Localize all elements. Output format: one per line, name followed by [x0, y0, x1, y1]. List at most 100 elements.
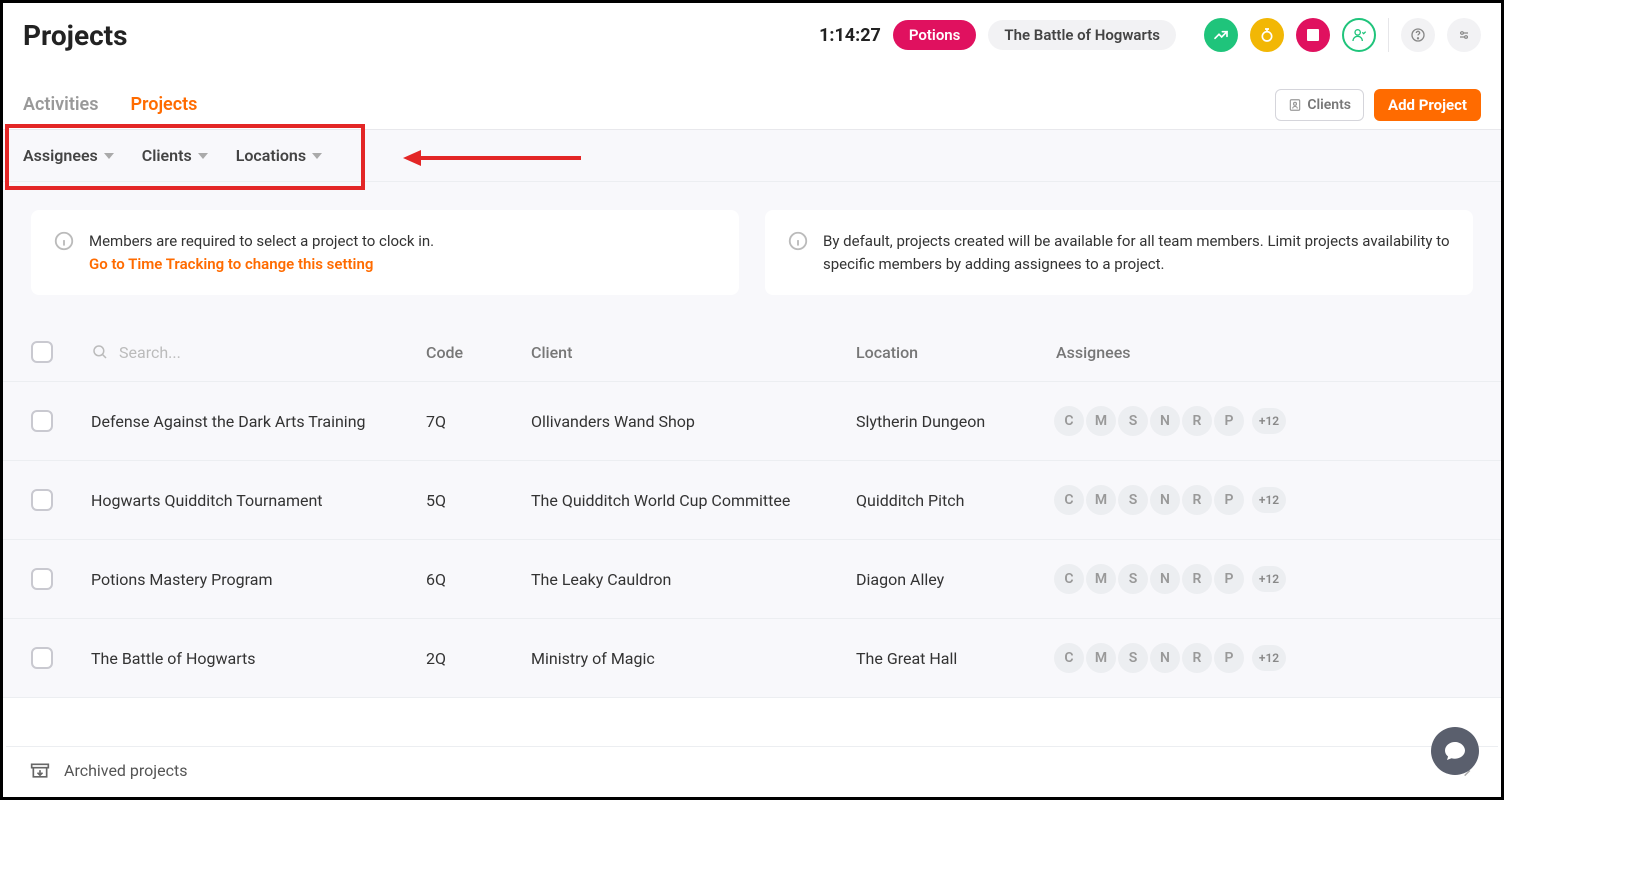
- avatar[interactable]: R: [1182, 643, 1212, 673]
- cell-project-name: The Battle of Hogwarts: [91, 649, 426, 668]
- cell-assignees: CMSNRP +12: [1056, 485, 1473, 515]
- archive-icon: [30, 761, 50, 781]
- table-row[interactable]: Potions Mastery Program 6Q The Leaky Cau…: [3, 540, 1501, 619]
- avatar[interactable]: C: [1054, 643, 1084, 673]
- chevron-down-icon: [312, 153, 322, 159]
- chat-widget-button[interactable]: [1431, 727, 1479, 775]
- filter-assignees[interactable]: Assignees: [23, 146, 114, 165]
- info-cards-row: Members are required to select a project…: [3, 181, 1501, 323]
- play-button[interactable]: [1204, 18, 1238, 52]
- footer-bar: Archived projects: [6, 746, 1498, 794]
- clients-icon: [1288, 98, 1302, 112]
- search-input[interactable]: [119, 343, 319, 362]
- avatar[interactable]: R: [1182, 564, 1212, 594]
- add-project-button[interactable]: Add Project: [1374, 89, 1481, 121]
- pill-active-task[interactable]: Potions: [893, 20, 977, 50]
- info-icon: [787, 230, 809, 252]
- row-checkbox[interactable]: [31, 647, 53, 669]
- chat-icon: [1443, 739, 1467, 763]
- cell-assignees: CMSNRP +12: [1056, 406, 1473, 436]
- avatar[interactable]: S: [1118, 485, 1148, 515]
- avatar[interactable]: M: [1086, 406, 1116, 436]
- avatar[interactable]: C: [1054, 406, 1084, 436]
- clients-button-label: Clients: [1307, 97, 1351, 113]
- tab-projects[interactable]: Projects: [130, 82, 197, 127]
- page-title: Projects: [23, 19, 128, 52]
- cell-assignees: CMSNRP +12: [1056, 564, 1473, 594]
- cell-project-name: Defense Against the Dark Arts Training: [91, 412, 426, 431]
- clients-button[interactable]: Clients: [1275, 89, 1364, 121]
- cell-location: Slytherin Dungeon: [856, 412, 1056, 431]
- avatar[interactable]: M: [1086, 485, 1116, 515]
- info-card-link[interactable]: Go to Time Tracking to change this setti…: [89, 253, 434, 276]
- cell-client: Ollivanders Wand Shop: [531, 412, 856, 431]
- info-card-text: By default, projects created will be ava…: [823, 230, 1451, 275]
- filter-clients-label: Clients: [142, 146, 192, 165]
- avatar-more-count[interactable]: +12: [1252, 408, 1286, 434]
- avatar[interactable]: S: [1118, 643, 1148, 673]
- avatar-more-count[interactable]: +12: [1252, 566, 1286, 592]
- cell-project-name: Hogwarts Quidditch Tournament: [91, 491, 426, 510]
- projects-table: Code Client Location Assignees Defense A…: [3, 323, 1501, 698]
- help-button[interactable]: [1401, 18, 1435, 52]
- info-icon: [53, 230, 75, 252]
- row-checkbox[interactable]: [31, 410, 53, 432]
- avatar[interactable]: R: [1182, 406, 1212, 436]
- avatar[interactable]: C: [1054, 564, 1084, 594]
- tabs-row: Activities Projects Clients Add Project: [3, 80, 1501, 130]
- tab-activities[interactable]: Activities: [23, 82, 98, 127]
- filters-row: Assignees Clients Locations: [3, 130, 1501, 181]
- stop-button[interactable]: [1296, 18, 1330, 52]
- cell-code: 2Q: [426, 649, 531, 668]
- table-row[interactable]: Defense Against the Dark Arts Training 7…: [3, 382, 1501, 461]
- avatar[interactable]: P: [1214, 406, 1244, 436]
- cell-client: The Leaky Cauldron: [531, 570, 856, 589]
- cell-location: Diagon Alley: [856, 570, 1056, 589]
- cell-client: The Quidditch World Cup Committee: [531, 491, 856, 510]
- cell-code: 7Q: [426, 412, 531, 431]
- col-header-location: Location: [856, 343, 1056, 362]
- break-button[interactable]: [1250, 18, 1284, 52]
- user-status-button[interactable]: [1342, 18, 1376, 52]
- cell-assignees: CMSNRP +12: [1056, 643, 1473, 673]
- col-header-client: Client: [531, 343, 856, 362]
- chevron-down-icon: [104, 153, 114, 159]
- avatar[interactable]: N: [1150, 485, 1180, 515]
- checkbox-select-all[interactable]: [31, 341, 53, 363]
- table-row[interactable]: The Battle of Hogwarts 2Q Ministry of Ma…: [3, 619, 1501, 698]
- avatar[interactable]: N: [1150, 643, 1180, 673]
- avatar[interactable]: M: [1086, 564, 1116, 594]
- cell-location: Quidditch Pitch: [856, 491, 1056, 510]
- avatar[interactable]: N: [1150, 406, 1180, 436]
- pill-project[interactable]: The Battle of Hogwarts: [988, 20, 1176, 50]
- filter-clients[interactable]: Clients: [142, 146, 208, 165]
- archived-projects-link[interactable]: Archived projects: [64, 761, 187, 780]
- avatar-more-count[interactable]: +12: [1252, 645, 1286, 671]
- annotation-arrow-icon: [403, 144, 583, 172]
- col-header-code: Code: [426, 343, 531, 362]
- search-icon: [91, 343, 109, 361]
- cell-code: 5Q: [426, 491, 531, 510]
- avatar[interactable]: R: [1182, 485, 1212, 515]
- avatar[interactable]: S: [1118, 564, 1148, 594]
- table-row[interactable]: Hogwarts Quidditch Tournament 5Q The Qui…: [3, 461, 1501, 540]
- cell-client: Ministry of Magic: [531, 649, 856, 668]
- filter-locations-label: Locations: [236, 146, 306, 165]
- table-header-row: Code Client Location Assignees: [3, 323, 1501, 382]
- avatar[interactable]: P: [1214, 643, 1244, 673]
- avatar[interactable]: P: [1214, 485, 1244, 515]
- row-checkbox[interactable]: [31, 489, 53, 511]
- avatar[interactable]: M: [1086, 643, 1116, 673]
- cell-location: The Great Hall: [856, 649, 1056, 668]
- row-checkbox[interactable]: [31, 568, 53, 590]
- settings-button[interactable]: [1447, 18, 1481, 52]
- avatar[interactable]: C: [1054, 485, 1084, 515]
- avatar[interactable]: N: [1150, 564, 1180, 594]
- avatar-more-count[interactable]: +12: [1252, 487, 1286, 513]
- avatar[interactable]: P: [1214, 564, 1244, 594]
- timer-value: 1:14:27: [819, 25, 881, 46]
- avatar[interactable]: S: [1118, 406, 1148, 436]
- filter-locations[interactable]: Locations: [236, 146, 322, 165]
- info-card-clockin: Members are required to select a project…: [31, 210, 739, 295]
- header-divider: [1388, 18, 1389, 52]
